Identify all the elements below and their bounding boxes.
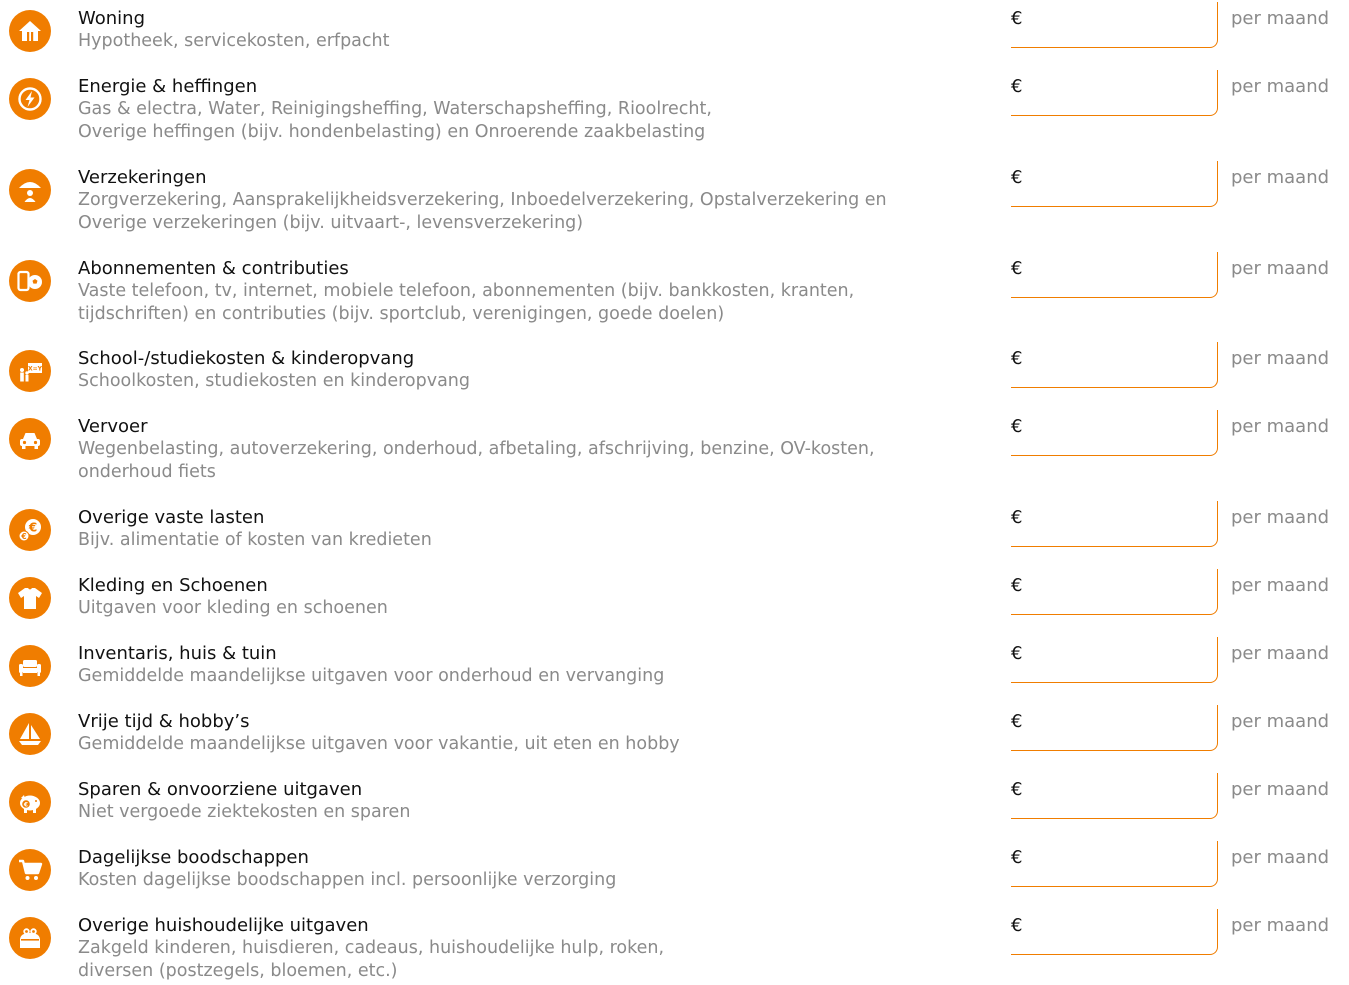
amount-field[interactable]: [1011, 161, 1218, 207]
per-month-label: per maand: [1231, 76, 1330, 97]
amount-field[interactable]: [1011, 569, 1218, 615]
tshirt-icon: [9, 577, 51, 619]
svg-text:€: €: [28, 521, 37, 535]
amount-field[interactable]: [1011, 252, 1218, 298]
expense-title: Verzekeringen: [78, 167, 207, 188]
per-month-label: per maand: [1231, 8, 1330, 29]
expense-description: Zorgverzekering, Aansprakelijkheidsverze…: [78, 190, 887, 233]
expense-description: Gas & electra, Water, Reinigingsheffing,…: [78, 99, 712, 142]
expense-title: Energie & heffingen: [78, 76, 258, 97]
amount-input[interactable]: [1035, 260, 1205, 284]
expense-description: Wegenbelasting, autoverzekering, onderho…: [78, 439, 875, 482]
per-month-label: per maand: [1231, 507, 1330, 528]
amount-input[interactable]: [1035, 169, 1205, 193]
amount-input[interactable]: [1035, 78, 1205, 102]
expense-description: Schoolkosten, studiekosten en kinderopva…: [78, 371, 470, 391]
svg-text:€: €: [20, 532, 26, 541]
expense-title: Kleding en Schoenen: [78, 575, 268, 596]
amount-input[interactable]: [1035, 418, 1205, 442]
phone-ball-icon: [9, 260, 51, 302]
amount-input[interactable]: [1035, 10, 1205, 34]
amount-field[interactable]: [1011, 501, 1218, 547]
piggy-bank-icon: €: [9, 781, 51, 823]
expense-description: Vaste telefoon, tv, internet, mobiele te…: [78, 281, 855, 324]
per-month-label: per maand: [1231, 348, 1330, 369]
amount-input[interactable]: [1035, 350, 1205, 374]
amount-input[interactable]: [1035, 781, 1205, 805]
sailboat-icon: [9, 713, 51, 755]
expense-title: Vervoer: [78, 416, 148, 437]
expense-title: Inventaris, huis & tuin: [78, 643, 277, 664]
expense-description: Niet vergoede ziektekosten en sparen: [78, 802, 411, 822]
euro-coins-icon: € €: [9, 509, 51, 551]
expense-description: Gemiddelde maandelijkse uitgaven voor on…: [78, 666, 665, 686]
per-month-label: per maand: [1231, 711, 1330, 732]
expense-title: Dagelijkse boodschappen: [78, 847, 309, 868]
per-month-label: per maand: [1231, 915, 1330, 936]
expense-title: Overige vaste lasten: [78, 507, 265, 528]
expense-description: Gemiddelde maandelijkse uitgaven voor va…: [78, 734, 680, 754]
expense-description: Bijv. alimentatie of kosten van krediete…: [78, 530, 432, 550]
school-icon: X=Y: [9, 350, 51, 392]
per-month-label: per maand: [1231, 847, 1330, 868]
sofa-icon: [9, 645, 51, 687]
per-month-label: per maand: [1231, 779, 1330, 800]
expense-description: Hypotheek, servicekosten, erfpacht: [78, 31, 390, 51]
per-month-label: per maand: [1231, 575, 1330, 596]
per-month-label: per maand: [1231, 258, 1330, 279]
expense-title: Overige huishoudelijke uitgaven: [78, 915, 369, 936]
amount-input[interactable]: [1035, 713, 1205, 737]
expense-title: Vrije tijd & hobby’s: [78, 711, 250, 732]
amount-field[interactable]: [1011, 841, 1218, 887]
per-month-label: per maand: [1231, 416, 1330, 437]
per-month-label: per maand: [1231, 643, 1330, 664]
amount-field[interactable]: [1011, 70, 1218, 116]
amount-field[interactable]: [1011, 342, 1218, 388]
expense-description: Kosten dagelijkse boodschappen incl. per…: [78, 870, 617, 890]
expense-title: School-/studiekosten & kinderopvang: [78, 348, 415, 369]
amount-input[interactable]: [1035, 645, 1205, 669]
shopping-cart-icon: [9, 849, 51, 891]
lightning-icon: [9, 78, 51, 120]
amount-field[interactable]: [1011, 410, 1218, 456]
amount-input[interactable]: [1035, 509, 1205, 533]
purse-icon: [9, 917, 51, 959]
expense-description: Uitgaven voor kleding en schoenen: [78, 598, 388, 618]
expense-title: Abonnementen & contributies: [78, 258, 349, 279]
amount-field[interactable]: [1011, 909, 1218, 955]
amount-input[interactable]: [1035, 917, 1205, 941]
per-month-label: per maand: [1231, 167, 1330, 188]
umbrella-person-icon: [9, 169, 51, 211]
amount-field[interactable]: [1011, 637, 1218, 683]
svg-text:X=Y: X=Y: [28, 366, 43, 373]
house-icon: [9, 10, 51, 52]
expense-title: Woning: [78, 8, 145, 29]
car-icon: [9, 418, 51, 460]
expense-description: Zakgeld kinderen, huisdieren, cadeaus, h…: [78, 938, 665, 981]
amount-field[interactable]: [1011, 773, 1218, 819]
amount-field[interactable]: [1011, 2, 1218, 48]
expense-title: Sparen & onvoorziene uitgaven: [78, 779, 363, 800]
amount-field[interactable]: [1011, 705, 1218, 751]
svg-text:€: €: [23, 802, 28, 809]
amount-input[interactable]: [1035, 577, 1205, 601]
amount-input[interactable]: [1035, 849, 1205, 873]
